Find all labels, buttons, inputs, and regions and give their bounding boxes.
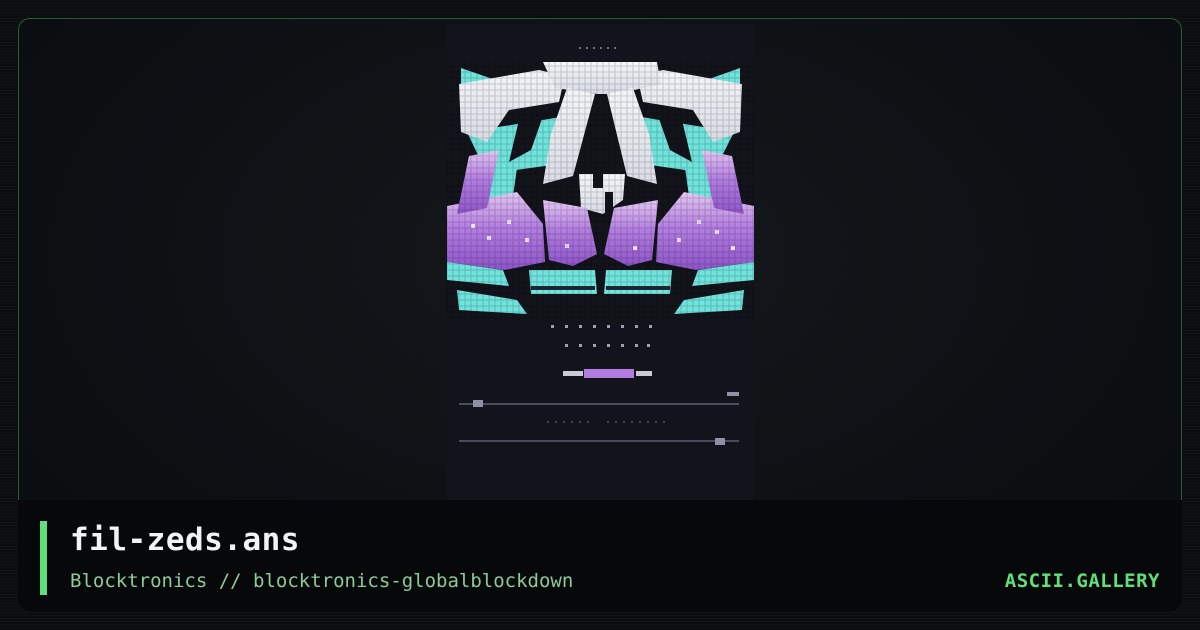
tagline-row-2 bbox=[565, 344, 650, 347]
accent-bar bbox=[40, 521, 47, 595]
caption-panel: fil-zeds.ans Blocktronics // blocktronic… bbox=[18, 500, 1182, 612]
top-dot-row bbox=[579, 47, 616, 49]
caption-dots bbox=[547, 421, 665, 423]
slider-line-2 bbox=[459, 438, 739, 445]
slider-line-1 bbox=[459, 392, 739, 407]
ansi-artwork bbox=[447, 47, 754, 445]
pixel-grid bbox=[447, 60, 754, 322]
site-brand[interactable]: ASCII.GALLERY bbox=[1005, 570, 1160, 592]
tagline-row-1 bbox=[551, 325, 652, 328]
pack-subtitle: Blocktronics // blocktronics-globalblock… bbox=[70, 570, 574, 592]
file-title: fil-zeds.ans bbox=[70, 522, 300, 558]
artwork-preview[interactable] bbox=[447, 24, 754, 500]
highlight-bar bbox=[563, 369, 652, 378]
